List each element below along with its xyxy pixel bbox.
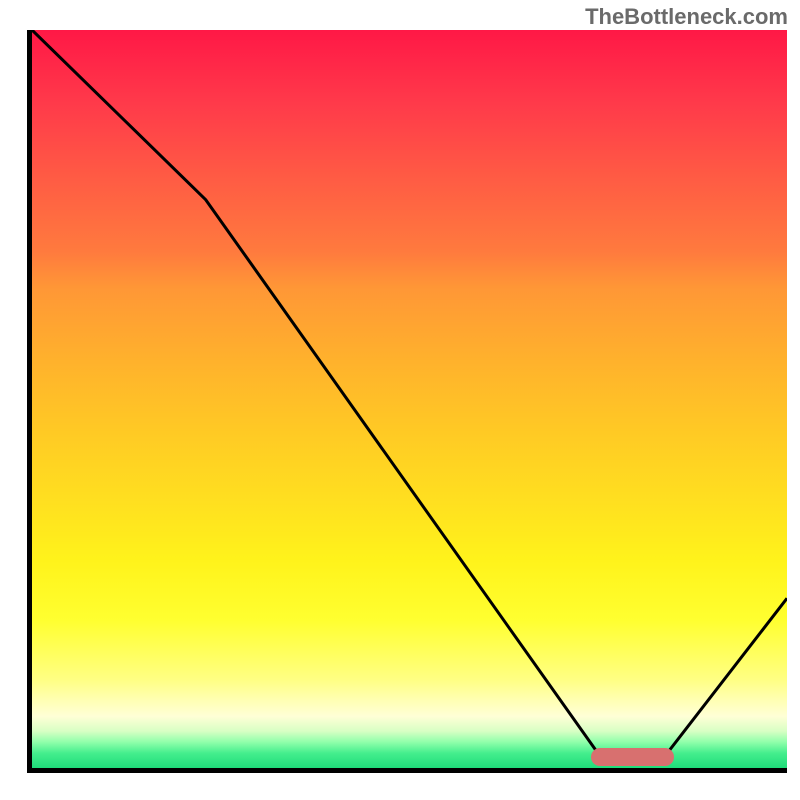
optimal-range-marker xyxy=(591,748,674,766)
x-axis xyxy=(27,768,787,773)
curve-path xyxy=(32,30,787,764)
watermark-text: TheBottleneck.com xyxy=(585,4,788,30)
chart-svg xyxy=(32,30,787,768)
